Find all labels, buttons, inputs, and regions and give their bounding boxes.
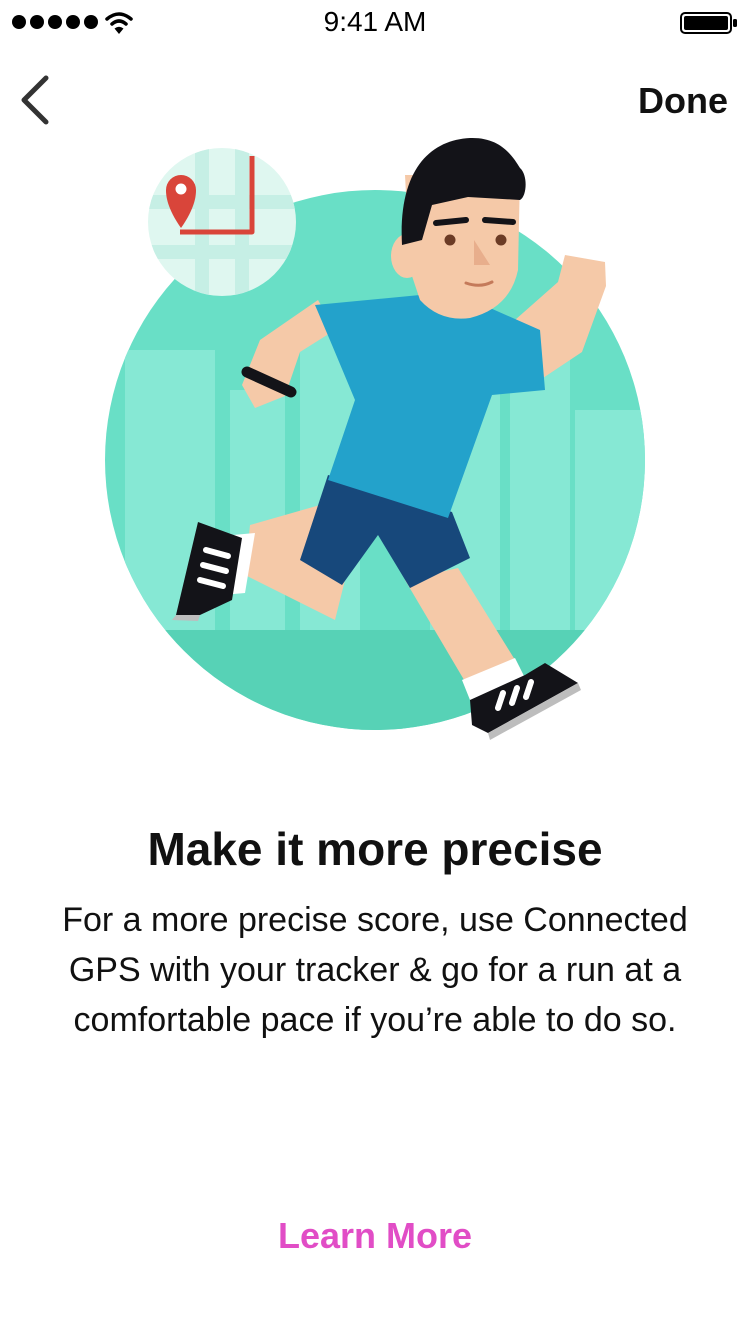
description-text: For a more precise score, use Connected … — [62, 901, 688, 1039]
chevron-left-icon — [21, 75, 49, 125]
status-bar: 9:41 AM — [0, 0, 750, 44]
page-title: Make it more precise — [147, 823, 603, 875]
runner-illustration — [105, 137, 645, 740]
learn-more-link[interactable]: Learn More — [0, 1215, 750, 1257]
status-time: 9:41 AM — [323, 6, 427, 37]
done-button[interactable]: Done — [638, 80, 728, 122]
back-button[interactable] — [12, 70, 60, 130]
battery-icon — [680, 12, 737, 34]
